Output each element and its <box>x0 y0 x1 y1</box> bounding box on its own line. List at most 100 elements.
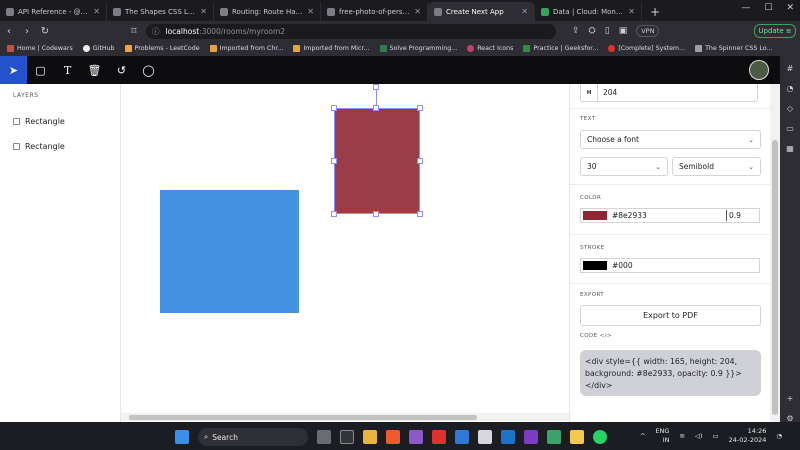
comment-tool-button[interactable]: ◯ <box>135 56 162 84</box>
bookmark-item[interactable]: Imported from Micr... <box>293 45 370 52</box>
minimize-icon[interactable]: — <box>741 3 750 13</box>
reload-icon[interactable]: ↻ <box>36 26 54 37</box>
layer-item[interactable]: Rectangle <box>13 140 65 152</box>
bookmark-item[interactable]: Imported from Chr... <box>209 45 283 52</box>
file-explorer-icon[interactable] <box>363 430 377 444</box>
bookmark-item[interactable]: Solve Programming... <box>379 45 457 52</box>
bookmark-item[interactable]: [Complete] System... <box>608 45 685 52</box>
bookmark-item[interactable]: GitHub <box>82 45 115 52</box>
active-app-icon[interactable] <box>409 430 423 444</box>
tag-icon[interactable]: ◇ <box>787 104 793 113</box>
hash-icon[interactable]: # <box>787 64 794 73</box>
close-tab-icon[interactable]: ✕ <box>307 7 314 16</box>
wallet-icon[interactable]: ▣ <box>619 26 628 36</box>
fill-color-field[interactable]: #8e2933 0.9 <box>580 208 760 223</box>
select-tool-button[interactable]: ➤ <box>0 56 27 84</box>
resize-handle-n[interactable] <box>373 105 379 111</box>
task-view-icon[interactable] <box>317 430 331 444</box>
resize-handle-s[interactable] <box>373 211 379 217</box>
rectangle-tool-button[interactable]: ▢ <box>27 56 54 84</box>
drawing-canvas[interactable] <box>121 84 569 422</box>
rectangle-shape-blue[interactable] <box>160 190 299 313</box>
notification-icon[interactable]: ◔ <box>776 432 782 440</box>
bookmark-item[interactable]: Practice | Geeksfor... <box>523 45 598 52</box>
bookmark-item[interactable]: Problems - LeetCode <box>124 45 200 52</box>
outlook-icon[interactable] <box>501 430 515 444</box>
brave-icon[interactable] <box>386 430 400 444</box>
stroke-color-value[interactable]: #000 <box>612 261 633 270</box>
new-tab-button[interactable]: + <box>642 2 668 21</box>
whatsapp-icon[interactable] <box>593 430 607 444</box>
height-field[interactable]: H 204 <box>580 83 758 102</box>
maximize-icon[interactable]: ☐ <box>764 3 772 13</box>
avatar[interactable] <box>749 60 769 80</box>
taskbar-search[interactable]: ⌕ Search <box>198 428 308 446</box>
share-icon[interactable]: ⇪ <box>572 26 580 36</box>
extensions-icon[interactable]: ⛭ <box>589 26 596 36</box>
fill-color-swatch[interactable] <box>583 211 607 220</box>
bookmark-icon[interactable]: ⌑ <box>125 26 143 37</box>
scrollbar-thumb[interactable] <box>129 415 477 420</box>
resize-handle-ne[interactable] <box>417 105 423 111</box>
layer-item[interactable]: Rectangle <box>13 115 65 127</box>
sidebar-icon[interactable]: ▯ <box>605 26 610 36</box>
bookmark-item[interactable]: The Spinner CSS Lo... <box>695 45 773 52</box>
fill-opacity-input[interactable]: 0.9 <box>726 210 759 221</box>
photos-icon[interactable] <box>478 430 492 444</box>
close-tab-icon[interactable]: ✕ <box>414 7 421 16</box>
bell-icon[interactable]: ◔ <box>787 84 794 93</box>
site-info-icon[interactable]: ⓘ <box>152 26 160 37</box>
bookmark-item[interactable]: React Icons <box>467 45 513 52</box>
back-icon[interactable]: ‹ <box>0 26 18 37</box>
resize-handle-sw[interactable] <box>331 211 337 217</box>
scrollbar-thumb[interactable] <box>772 140 778 415</box>
add-icon[interactable]: + <box>787 394 794 403</box>
text-tool-button[interactable]: T <box>54 56 81 84</box>
app-icon[interactable] <box>570 430 584 444</box>
undo-tool-button[interactable]: ↺ <box>108 56 135 84</box>
url-input[interactable]: ⓘ localhost:3000/rooms/myroom2 <box>146 24 556 39</box>
update-button[interactable]: Update ≡ <box>754 24 796 38</box>
wifi-icon[interactable]: ≋ <box>679 432 684 440</box>
stroke-color-field[interactable]: #000 <box>580 258 760 273</box>
stroke-color-swatch[interactable] <box>583 261 607 270</box>
delete-tool-button[interactable]: 🗑 <box>81 56 108 84</box>
browser-tab[interactable]: API Reference - @liveblocks/re ✕ <box>0 2 107 21</box>
grid-icon[interactable]: ▦ <box>786 144 794 153</box>
volume-icon[interactable]: ◁) <box>695 432 703 440</box>
browser-tab[interactable]: Data | Cloud: MongoDB Cloud✕ <box>535 2 642 21</box>
vscode-icon[interactable] <box>455 430 469 444</box>
close-tab-icon[interactable]: ✕ <box>93 7 100 16</box>
height-value[interactable]: 204 <box>597 83 617 102</box>
battery-icon[interactable]: ▭ <box>712 432 718 440</box>
close-tab-icon[interactable]: ✕ <box>200 7 207 16</box>
close-window-icon[interactable]: ✕ <box>786 3 794 13</box>
fill-color-value[interactable]: #8e2933 <box>612 211 647 220</box>
browser-tab[interactable]: The Shapes CSS Loaders Collec✕ <box>107 2 214 21</box>
clock[interactable]: 14:26 24-02-2024 <box>729 427 767 445</box>
resize-handle-nw[interactable] <box>331 105 337 111</box>
language-indicator[interactable]: ENG IN <box>655 427 669 445</box>
close-tab-icon[interactable]: ✕ <box>628 7 635 16</box>
terminal-icon[interactable] <box>340 430 354 444</box>
chatgpt-icon[interactable] <box>547 430 561 444</box>
onenote-icon[interactable] <box>524 430 538 444</box>
browser-tab[interactable]: free-photo-of-person-in-frenc ✕ <box>321 2 428 21</box>
windows-start-icon[interactable] <box>175 430 189 444</box>
youtube-icon[interactable] <box>432 430 446 444</box>
vertical-scrollbar[interactable] <box>770 84 780 422</box>
font-family-select[interactable]: Choose a font ⌄ <box>580 130 761 149</box>
browser-tab[interactable]: Routing: Route Handlers | Next✕ <box>214 2 321 21</box>
resize-handle-w[interactable] <box>331 158 337 164</box>
font-weight-select[interactable]: Semibold ⌄ <box>672 157 761 176</box>
vpn-button[interactable]: VPN <box>636 25 660 37</box>
forward-icon[interactable]: › <box>18 26 36 37</box>
export-pdf-button[interactable]: Export to PDF <box>580 305 761 326</box>
font-size-select[interactable]: 30 ⌄ <box>580 157 668 176</box>
horizontal-scrollbar[interactable] <box>121 413 569 421</box>
browser-tab-active[interactable]: Create Next App ✕ <box>428 2 535 21</box>
close-tab-icon[interactable]: ✕ <box>521 7 528 16</box>
chevron-up-icon[interactable]: ^ <box>640 432 645 440</box>
bookmark-item[interactable]: Home | Codewars <box>7 45 73 52</box>
rotation-handle[interactable] <box>373 84 379 90</box>
